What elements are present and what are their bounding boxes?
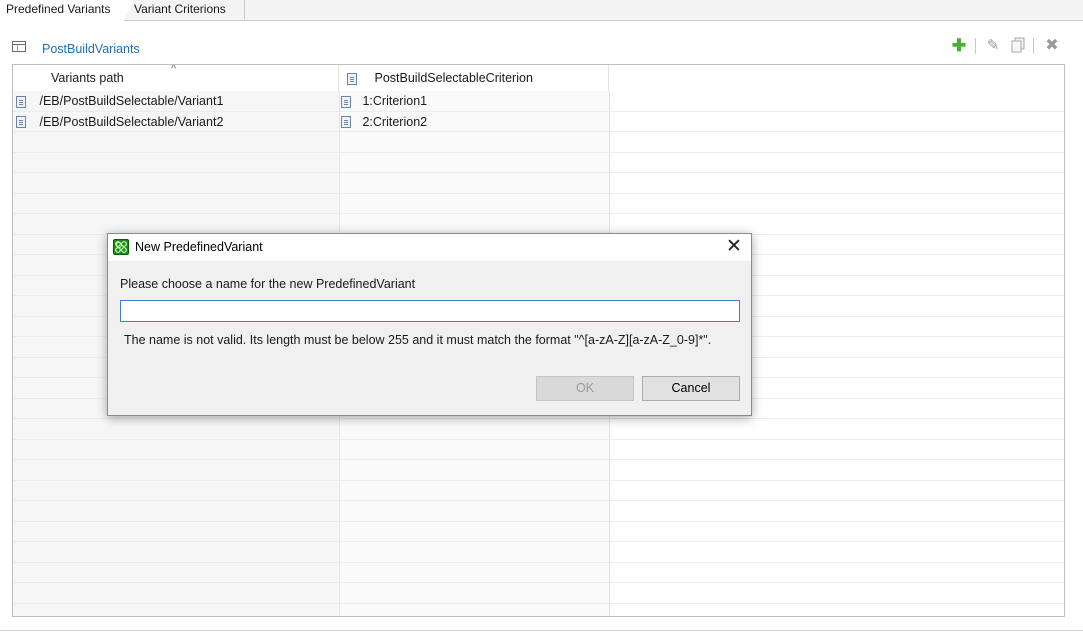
empty-row bbox=[13, 583, 1064, 604]
column-header-criterion[interactable]: PostBuildSelectableCriterion bbox=[339, 65, 609, 91]
document-icon bbox=[16, 116, 26, 129]
close-icon[interactable]: ✕ bbox=[723, 236, 745, 258]
empty-row bbox=[13, 481, 1064, 501]
empty-row bbox=[13, 173, 1064, 194]
validation-error-message: The name is not valid. Its length must b… bbox=[124, 333, 712, 347]
dialog-prompt: Please choose a name for the new Predefi… bbox=[120, 277, 416, 291]
tab-variant-criterions[interactable]: Variant Criterions bbox=[128, 0, 245, 19]
table-icon bbox=[12, 41, 26, 52]
variant-path-cell[interactable]: /EB/PostBuildSelectable/Variant1 bbox=[16, 91, 223, 111]
dialog-titlebar[interactable]: New PredefinedVariant ✕ bbox=[108, 234, 751, 261]
ok-button[interactable]: OK bbox=[536, 376, 634, 401]
criterion-cell[interactable]: 2:Criterion2 bbox=[341, 112, 427, 132]
empty-row bbox=[13, 440, 1064, 460]
table-row[interactable]: /EB/PostBuildSelectable/Variant2 2:Crite… bbox=[13, 112, 1064, 132]
empty-row bbox=[13, 132, 1064, 153]
section-title: PostBuildVariants bbox=[42, 42, 140, 56]
empty-row bbox=[13, 501, 1064, 522]
toolbar-separator bbox=[1033, 38, 1034, 54]
column-header-label: Variants path bbox=[51, 71, 124, 85]
cancel-button[interactable]: Cancel bbox=[642, 376, 740, 401]
empty-row bbox=[13, 563, 1064, 583]
empty-row bbox=[13, 214, 1064, 235]
variant-name-input[interactable] bbox=[120, 300, 740, 322]
variant-path-text: /EB/PostBuildSelectable/Variant2 bbox=[39, 114, 224, 129]
editor-tab-bar: Predefined Variants Variant Criterions bbox=[0, 0, 1083, 21]
empty-row bbox=[13, 522, 1064, 542]
document-icon bbox=[347, 72, 357, 85]
document-icon bbox=[341, 95, 351, 108]
table-header: ^ Variants path PostBuildSelectableCrite… bbox=[13, 65, 1064, 91]
variant-path-text: /EB/PostBuildSelectable/Variant1 bbox=[39, 94, 224, 108]
document-icon bbox=[341, 116, 351, 129]
bottom-border bbox=[0, 630, 1083, 631]
criterion-text: 2:Criterion2 bbox=[362, 114, 428, 129]
copy-icon[interactable] bbox=[1009, 37, 1027, 55]
column-header-variants-path[interactable]: ^ Variants path bbox=[13, 65, 339, 91]
tab-predefined-variants[interactable]: Predefined Variants bbox=[0, 0, 134, 21]
empty-row bbox=[13, 460, 1064, 481]
sort-ascending-icon: ^ bbox=[171, 64, 177, 75]
criterion-text: 1:Criterion1 bbox=[362, 94, 428, 108]
empty-row bbox=[13, 542, 1064, 563]
column-header-label: PostBuildSelectableCriterion bbox=[374, 71, 533, 85]
variant-path-cell[interactable]: /EB/PostBuildSelectable/Variant2 bbox=[16, 112, 223, 132]
plus-icon[interactable]: ✚ bbox=[950, 37, 968, 55]
document-icon bbox=[16, 95, 26, 108]
dialog-title: New PredefinedVariant bbox=[135, 240, 263, 254]
empty-row bbox=[13, 194, 1064, 214]
delete-icon[interactable]: ✖ bbox=[1043, 37, 1061, 55]
criterion-cell[interactable]: 1:Criterion1 bbox=[341, 91, 427, 111]
new-predefined-variant-dialog: New PredefinedVariant ✕ Please choose a … bbox=[107, 233, 752, 416]
pencil-icon[interactable]: ✎ bbox=[984, 37, 1002, 55]
app-logo-icon bbox=[113, 239, 129, 255]
column-header-empty bbox=[609, 65, 1064, 91]
table-row[interactable]: /EB/PostBuildSelectable/Variant1 1:Crite… bbox=[13, 91, 1064, 112]
empty-row bbox=[13, 419, 1064, 440]
toolbar-separator bbox=[975, 38, 976, 54]
empty-row bbox=[13, 153, 1064, 173]
